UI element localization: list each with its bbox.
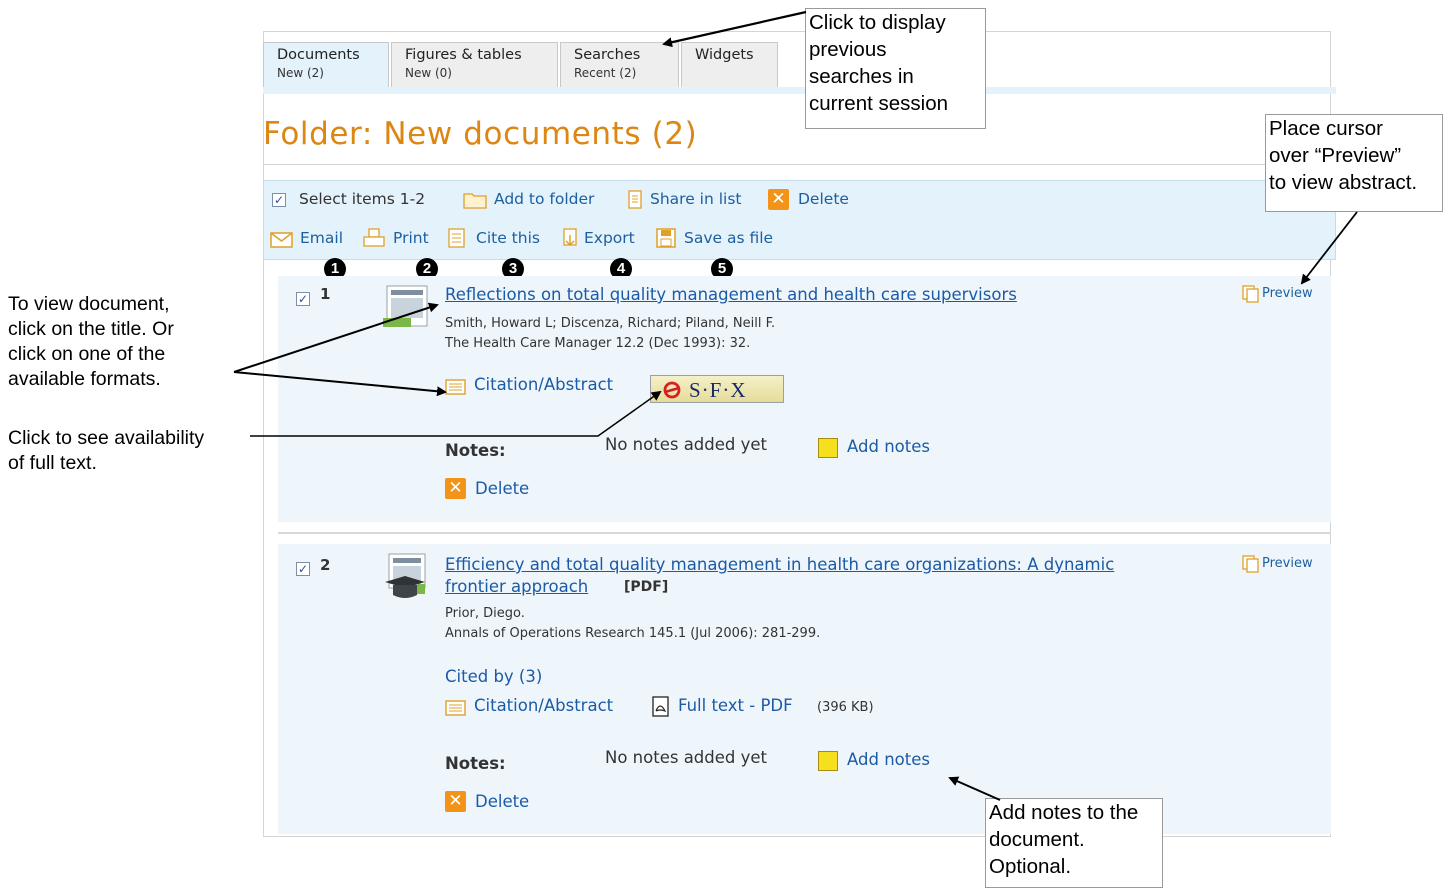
tab-label: Searches <box>574 47 641 63</box>
record-2 <box>278 544 1331 834</box>
callout-preview: Place cursor over “Preview” to view abst… <box>1265 114 1443 212</box>
record-authors: Prior, Diego. <box>445 606 525 621</box>
notes-label: Notes: <box>445 441 506 460</box>
preview-link[interactable]: Preview <box>1262 556 1313 571</box>
citation-abstract-link[interactable]: Citation/Abstract <box>474 696 613 715</box>
record-number: 1 <box>320 285 331 303</box>
record-title-link[interactable]: Reflections on total quality management … <box>445 285 1017 304</box>
add-notes-button[interactable]: Add notes <box>847 437 930 456</box>
cite-this-button[interactable]: Cite this <box>476 229 540 247</box>
tab-underline <box>263 87 1336 94</box>
file-size: (396 KB) <box>817 700 874 715</box>
pdf-icon <box>652 696 669 717</box>
delete-icon: ✕ <box>445 791 466 812</box>
tab-label: Documents <box>277 47 360 63</box>
record-divider <box>278 532 1331 534</box>
callout-line: Add notes to the <box>989 801 1139 824</box>
citation-icon <box>445 379 466 395</box>
delete-button[interactable]: Delete <box>798 190 849 208</box>
share-list-icon <box>628 190 642 209</box>
share-in-list-button[interactable]: Share in list <box>650 190 741 208</box>
folder-icon <box>463 193 487 209</box>
callout-line: current session <box>809 92 949 115</box>
cited-by-link[interactable]: Cited by (3) <box>445 667 542 686</box>
annotation-line: Click to see availability <box>8 427 205 449</box>
callout-line: Place cursor <box>1269 117 1383 140</box>
add-notes-button[interactable]: Add notes <box>847 750 930 769</box>
save-as-file-button[interactable]: Save as file <box>684 229 773 247</box>
select-all-checkbox[interactable]: ✓ <box>272 193 286 207</box>
notes-empty-text: No notes added yet <box>605 748 768 767</box>
full-text-pdf-link[interactable]: Full text - PDF <box>678 696 793 715</box>
annotation-full-text: Click to see availability of full text. <box>8 426 204 476</box>
annotation-view-document: To view document, click on the title. Or… <box>8 292 174 392</box>
sfx-label: S·F·X <box>689 378 747 402</box>
record-checkbox[interactable]: ✓ <box>296 292 310 306</box>
record-title-link-line2[interactable]: frontier approach <box>445 577 588 596</box>
annotation-line: of full text. <box>8 452 97 474</box>
notes-empty-text: No notes added yet <box>605 435 768 454</box>
cite-icon <box>448 228 465 248</box>
add-notes-icon <box>818 751 838 771</box>
callout-line: over “Preview” <box>1269 144 1402 167</box>
sfx-button[interactable]: S·F·X <box>650 375 784 403</box>
format-tag: [PDF] <box>624 579 669 595</box>
callout-line: previous <box>809 38 887 61</box>
sfx-logo-icon <box>663 381 681 399</box>
record-1 <box>278 276 1331 522</box>
record-delete-button[interactable]: Delete <box>475 792 529 811</box>
notes-label: Notes: <box>445 754 506 773</box>
callout-line: Click to display <box>809 11 946 34</box>
annotation-line: click on the title. Or <box>8 318 174 340</box>
record-delete-button[interactable]: Delete <box>475 479 529 498</box>
annotation-line: available formats. <box>8 368 161 390</box>
document-thumbnail-icon <box>383 285 428 327</box>
scholarly-journal-icon <box>385 553 426 598</box>
tab-label: Widgets <box>695 47 754 63</box>
annotation-line: To view document, <box>8 293 170 315</box>
record-authors: Smith, Howard L; Discenza, Richard; Pila… <box>445 316 776 331</box>
add-to-folder-button[interactable]: Add to folder <box>494 190 594 208</box>
citation-abstract-link[interactable]: Citation/Abstract <box>474 375 613 394</box>
select-items-label: Select items 1-2 <box>299 190 426 208</box>
tab-label: Figures & tables <box>405 47 522 63</box>
record-title-link[interactable]: Efficiency and total quality management … <box>445 555 1114 574</box>
callout-line: searches in <box>809 65 914 88</box>
callout-line: Optional. <box>989 855 1072 878</box>
callout-line: document. <box>989 828 1085 851</box>
annotation-line: click on one of the <box>8 343 166 365</box>
preview-icon <box>1242 555 1259 573</box>
export-icon <box>563 228 577 247</box>
print-icon <box>363 228 385 247</box>
tab-sub: New (0) <box>405 66 452 80</box>
callout-notes: Add notes to the document. Optional. <box>985 798 1163 888</box>
delete-icon: ✕ <box>445 478 466 499</box>
record-checkbox[interactable]: ✓ <box>296 562 310 576</box>
record-source: The Health Care Manager 12.2 (Dec 1993):… <box>445 336 751 351</box>
page-title: Folder: New documents (2) <box>263 116 698 152</box>
callout-line: to view abstract. <box>1269 171 1418 194</box>
print-button[interactable]: Print <box>393 229 429 247</box>
preview-link[interactable]: Preview <box>1262 286 1313 301</box>
add-notes-icon <box>818 438 838 458</box>
record-number: 2 <box>320 556 331 574</box>
citation-icon <box>445 700 466 716</box>
callout-searches: Click to display previous searches in cu… <box>805 8 986 129</box>
email-button[interactable]: Email <box>300 229 343 247</box>
email-icon <box>270 232 293 248</box>
divider <box>263 164 1331 165</box>
record-source: Annals of Operations Research 145.1 (Jul… <box>445 626 821 641</box>
save-file-icon <box>656 228 676 248</box>
tab-sub: Recent (2) <box>574 66 637 80</box>
tab-sub: New (2) <box>277 66 324 80</box>
preview-icon <box>1242 285 1259 303</box>
export-button[interactable]: Export <box>584 229 635 247</box>
delete-icon: ✕ <box>768 189 789 210</box>
